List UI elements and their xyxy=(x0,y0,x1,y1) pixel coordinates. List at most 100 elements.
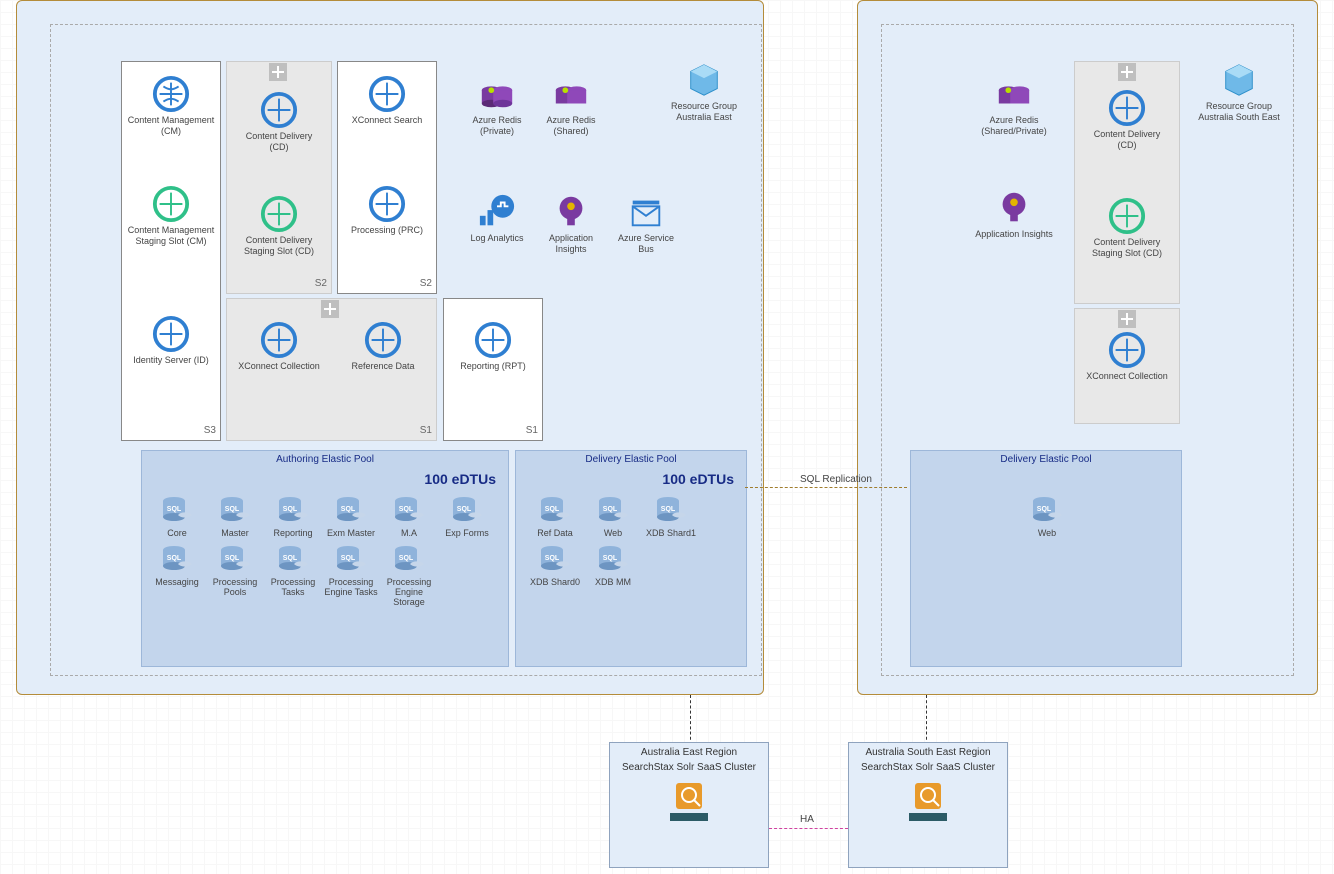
connector-south-down xyxy=(926,695,927,745)
pool-title: Delivery Elastic Pool xyxy=(911,454,1181,465)
solr-heading: Australia East Region xyxy=(610,747,768,758)
webapp-icon xyxy=(152,75,190,113)
pool-dbs-south: SQLWeb xyxy=(921,491,1173,540)
scale-icon xyxy=(269,63,287,81)
svg-text:SQL: SQL xyxy=(225,506,240,513)
app-refdata: Reference Data xyxy=(339,321,427,372)
region-east: Resource Group Australia East S3 S2 S2 S… xyxy=(16,0,764,695)
svg-text:SQL: SQL xyxy=(603,555,618,562)
db-exm-master: SQLExm Master xyxy=(322,493,380,538)
svg-text:SQL: SQL xyxy=(399,506,414,513)
db-xdb-shard0: SQLXDB Shard0 xyxy=(526,542,584,587)
scale-icon xyxy=(1118,63,1136,81)
solr-label: SearchStax Solr SaaS Cluster xyxy=(849,762,1007,773)
pool-delivery-south: Delivery Elastic Pool SQLWeb xyxy=(910,450,1182,667)
pool-edtu: 100 eDTUs xyxy=(662,471,734,487)
pool-dbs-delivery: SQLRef DataSQLWebSQLXDB Shard1 SQLXDB Sha… xyxy=(526,491,738,589)
webapp-staging-icon xyxy=(1108,197,1146,235)
app-cd-south: Content Delivery (CD) xyxy=(1083,89,1171,151)
pool-authoring: Authoring Elastic Pool 100 eDTUs SQLCore… xyxy=(141,450,509,667)
webapp-icon xyxy=(260,91,298,129)
db-web: SQLWeb xyxy=(1018,493,1076,538)
redis-icon xyxy=(552,75,590,113)
scale-icon xyxy=(1118,310,1136,328)
appinsights-icon xyxy=(552,193,590,231)
app-prc: Processing (PRC) xyxy=(343,185,431,236)
region-south: Resource Group Australia South East Azur… xyxy=(857,0,1318,695)
webapp-icon xyxy=(474,321,512,359)
db-m.a: SQLM.A xyxy=(380,493,438,538)
svg-text:SQL: SQL xyxy=(341,555,356,562)
search-cluster-icon xyxy=(903,777,953,827)
resource-group-east-label: Resource Group Australia East xyxy=(659,61,749,123)
svg-text:SQL: SQL xyxy=(341,506,356,513)
app-rpt: Reporting (RPT) xyxy=(449,321,537,372)
pool-title: Delivery Elastic Pool xyxy=(516,454,746,465)
svg-text:SQL: SQL xyxy=(661,506,676,513)
service-bus: Azure Service Bus xyxy=(611,193,681,255)
db-ref-data: SQLRef Data xyxy=(526,493,584,538)
svg-text:SQL: SQL xyxy=(167,555,182,562)
app-cd: Content Delivery (CD) xyxy=(235,91,323,153)
log-analytics-icon xyxy=(478,193,516,231)
solr-east: Australia East Region SearchStax Solr Sa… xyxy=(609,742,769,868)
svg-text:SQL: SQL xyxy=(545,555,560,562)
svg-text:SQL: SQL xyxy=(545,506,560,513)
db-xdb-shard1: SQLXDB Shard1 xyxy=(642,493,700,538)
svg-text:SQL: SQL xyxy=(399,555,414,562)
db-processing-tasks: SQLProcessing Tasks xyxy=(264,542,322,597)
pool-dbs-authoring: SQLCoreSQLMasterSQLReportingSQLExm Maste… xyxy=(148,491,504,609)
app-xccoll-south: XConnect Collection xyxy=(1083,331,1171,382)
servicebus-icon xyxy=(627,193,665,231)
redis-icon xyxy=(995,75,1033,113)
db-core: SQLCore xyxy=(148,493,206,538)
app-cd-stage-south: Content Delivery Staging Slot (CD) xyxy=(1083,197,1171,259)
db-web: SQLWeb xyxy=(584,493,642,538)
diagram-canvas: Resource Group Australia East S3 S2 S2 S… xyxy=(0,0,1334,874)
log-analytics: Log Analytics xyxy=(462,193,532,244)
db-processing-pools: SQLProcessing Pools xyxy=(206,542,264,597)
app-insights: Application Insights xyxy=(536,193,606,255)
solr-south: Australia South East Region SearchStax S… xyxy=(848,742,1008,868)
app-cd-stage: Content Delivery Staging Slot (CD) xyxy=(235,195,323,257)
appinsights-icon xyxy=(995,189,1033,227)
scale-icon xyxy=(321,300,339,318)
resource-group-south: Resource Group Australia South East Azur… xyxy=(881,24,1294,676)
db-processing-engine-storage: SQLProcessing Engine Storage xyxy=(380,542,438,607)
resource-group-south-label: Resource Group Australia South East xyxy=(1192,61,1286,123)
webapp-staging-icon xyxy=(260,195,298,233)
connector-east-down xyxy=(690,695,691,745)
webapp-icon xyxy=(1108,331,1146,369)
db-processing-engine-tasks: SQLProcessing Engine Tasks xyxy=(322,542,380,597)
svg-text:SQL: SQL xyxy=(457,506,472,513)
app-xcsearch: XConnect Search xyxy=(343,75,431,126)
webapp-staging-icon xyxy=(152,185,190,223)
svg-text:SQL: SQL xyxy=(1037,506,1052,513)
pool-title: Authoring Elastic Pool xyxy=(142,454,508,465)
solr-heading: Australia South East Region xyxy=(849,747,1007,758)
svg-text:SQL: SQL xyxy=(603,506,618,513)
db-messaging: SQLMessaging xyxy=(148,542,206,587)
db-reporting: SQLReporting xyxy=(264,493,322,538)
redis-south: Azure Redis (Shared/Private) xyxy=(970,75,1058,137)
sql-rep-label: SQL Replication xyxy=(800,474,872,485)
app-id: Identity Server (ID) xyxy=(127,315,215,366)
svg-text:SQL: SQL xyxy=(283,555,298,562)
webapp-icon xyxy=(364,321,402,359)
db-xdb-mm: SQLXDB MM xyxy=(584,542,642,587)
svg-text:SQL: SQL xyxy=(225,555,240,562)
resource-group-icon xyxy=(685,61,723,99)
svg-text:SQL: SQL xyxy=(167,506,182,513)
pool-delivery: Delivery Elastic Pool 100 eDTUs SQLRef D… xyxy=(515,450,747,667)
resource-group-icon xyxy=(1220,61,1258,99)
search-cluster-icon xyxy=(664,777,714,827)
appinsights-south: Application Insights xyxy=(970,189,1058,240)
webapp-icon xyxy=(368,75,406,113)
app-cm-stage: Content Management Staging Slot (CM) xyxy=(127,185,215,247)
webapp-icon xyxy=(152,315,190,353)
solr-label: SearchStax Solr SaaS Cluster xyxy=(610,762,768,773)
svg-text:SQL: SQL xyxy=(283,506,298,513)
redis-icon xyxy=(478,75,516,113)
sql-replication-line xyxy=(745,487,907,488)
pool-edtu: 100 eDTUs xyxy=(424,471,496,487)
